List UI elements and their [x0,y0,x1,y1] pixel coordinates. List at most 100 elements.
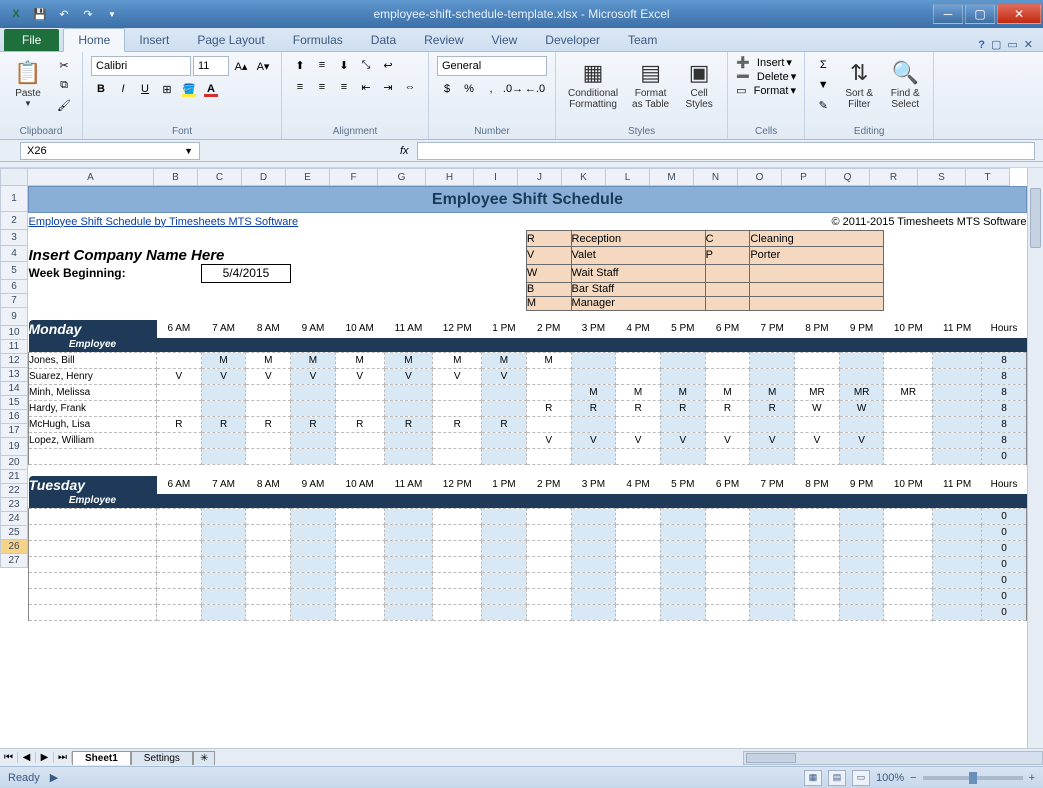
row-header-19[interactable]: 19 [0,438,28,456]
underline-button[interactable]: U [135,80,155,98]
column-header-P[interactable]: P [782,168,826,186]
font-size-combo[interactable] [193,56,229,76]
row-header-3[interactable]: 3 [0,230,28,246]
zoom-out-button[interactable]: − [910,772,916,784]
macro-record-icon[interactable]: ▶ [50,771,58,784]
column-header-S[interactable]: S [918,168,966,186]
page-break-view-button[interactable]: ▭ [852,770,870,786]
row-header-13[interactable]: 13 [0,368,28,382]
row-header-15[interactable]: 15 [0,396,28,410]
insert-cells-button[interactable]: ➕ Insert ▾ [736,56,796,69]
row-header-25[interactable]: 25 [0,526,28,540]
tab-insert[interactable]: Insert [125,29,183,51]
row-header-1[interactable]: 1 [0,186,28,212]
delete-cells-button[interactable]: ➖ Delete ▾ [736,70,796,83]
font-color-button[interactable]: A [201,80,221,98]
column-header-J[interactable]: J [518,168,562,186]
find-select-button[interactable]: 🔍Find & Select [885,56,925,124]
page-layout-view-button[interactable]: ▤ [828,770,846,786]
name-box[interactable]: X26 ▼ [20,142,200,160]
column-header-A[interactable]: A [28,168,154,186]
paste-button[interactable]: 📋 Paste ▼ [8,56,48,124]
excel-icon[interactable]: X [6,4,26,24]
column-header-I[interactable]: I [474,168,518,186]
row-header-14[interactable]: 14 [0,382,28,396]
column-header-G[interactable]: G [378,168,426,186]
minimize-ribbon-icon[interactable]: ▢ [991,38,1001,51]
decrease-font-button[interactable]: A▾ [253,57,273,75]
increase-indent-button[interactable]: ⇥ [378,78,398,96]
row-header-5[interactable]: 5 [0,262,28,280]
tab-review[interactable]: Review [410,29,477,51]
close-workbook-icon[interactable]: ✕ [1024,38,1033,51]
next-sheet-button[interactable]: ▶ [36,752,54,763]
fill-color-button[interactable]: 🪣 [179,80,199,98]
border-button[interactable]: ⊞ [157,80,177,98]
prev-sheet-button[interactable]: ◀ [18,752,36,763]
vertical-scrollbar[interactable] [1027,168,1043,748]
qat-dropdown-icon[interactable]: ▼ [102,4,122,24]
align-bottom-button[interactable]: ⬇ [334,56,354,74]
column-header-R[interactable]: R [870,168,918,186]
column-header-F[interactable]: F [330,168,378,186]
sheet-tab-settings[interactable]: Settings [131,751,193,765]
wrap-text-button[interactable]: ↩ [378,56,398,74]
restore-window-icon[interactable]: ▭ [1007,38,1017,51]
zoom-slider[interactable] [923,776,1023,780]
row-header-27[interactable]: 27 [0,554,28,568]
align-center-button[interactable]: ≡ [312,78,332,96]
column-header-M[interactable]: M [650,168,694,186]
save-icon[interactable]: 💾 [30,4,50,24]
column-header-B[interactable]: B [154,168,198,186]
conditional-formatting-button[interactable]: ▦Conditional Formatting [564,56,622,124]
row-header-9[interactable]: 9 [0,308,28,326]
italic-button[interactable]: I [113,80,133,98]
increase-font-button[interactable]: A▴ [231,57,251,75]
new-sheet-button[interactable]: ✳ [193,751,215,765]
tab-home[interactable]: Home [63,28,125,52]
sort-filter-button[interactable]: ⇅Sort & Filter [839,56,879,124]
column-header-C[interactable]: C [198,168,242,186]
fx-icon[interactable]: fx [400,145,409,157]
chevron-down-icon[interactable]: ▼ [184,146,193,156]
help-icon[interactable]: ? [978,39,985,51]
tab-data[interactable]: Data [357,29,410,51]
align-left-button[interactable]: ≡ [290,78,310,96]
minimize-button[interactable]: ─ [933,4,963,24]
fill-button[interactable]: ▼ [813,76,833,94]
close-button[interactable]: ✕ [997,4,1041,24]
row-header-7[interactable]: 7 [0,294,28,308]
zoom-level[interactable]: 100% [876,772,904,784]
row-header-12[interactable]: 12 [0,354,28,368]
column-header-O[interactable]: O [738,168,782,186]
autosum-button[interactable]: Σ [813,56,833,74]
align-right-button[interactable]: ≡ [334,78,354,96]
row-header-2[interactable]: 2 [0,212,28,230]
row-header-20[interactable]: 20 [0,456,28,470]
column-header-H[interactable]: H [426,168,474,186]
align-middle-button[interactable]: ≡ [312,56,332,74]
row-header-21[interactable]: 21 [0,470,28,484]
undo-icon[interactable]: ↶ [54,4,74,24]
column-header-N[interactable]: N [694,168,738,186]
row-header-22[interactable]: 22 [0,484,28,498]
clear-button[interactable]: ✎ [813,96,833,114]
first-sheet-button[interactable]: ⏮ [0,752,18,763]
row-header-16[interactable]: 16 [0,410,28,424]
horizontal-scrollbar[interactable] [743,751,1043,765]
column-header-K[interactable]: K [562,168,606,186]
column-header-E[interactable]: E [286,168,330,186]
row-header-11[interactable]: 11 [0,340,28,354]
decrease-indent-button[interactable]: ⇤ [356,78,376,96]
row-header-26[interactable]: 26 [0,540,28,554]
accounting-format-button[interactable]: $ [437,80,457,98]
tab-team[interactable]: Team [614,29,671,51]
font-name-combo[interactable] [91,56,191,76]
redo-icon[interactable]: ↷ [78,4,98,24]
orientation-button[interactable]: ⤡ [356,56,376,74]
normal-view-button[interactable]: ▦ [804,770,822,786]
column-header-T[interactable]: T [966,168,1010,186]
bold-button[interactable]: B [91,80,111,98]
zoom-in-button[interactable]: + [1029,772,1035,784]
row-header-17[interactable]: 17 [0,424,28,438]
